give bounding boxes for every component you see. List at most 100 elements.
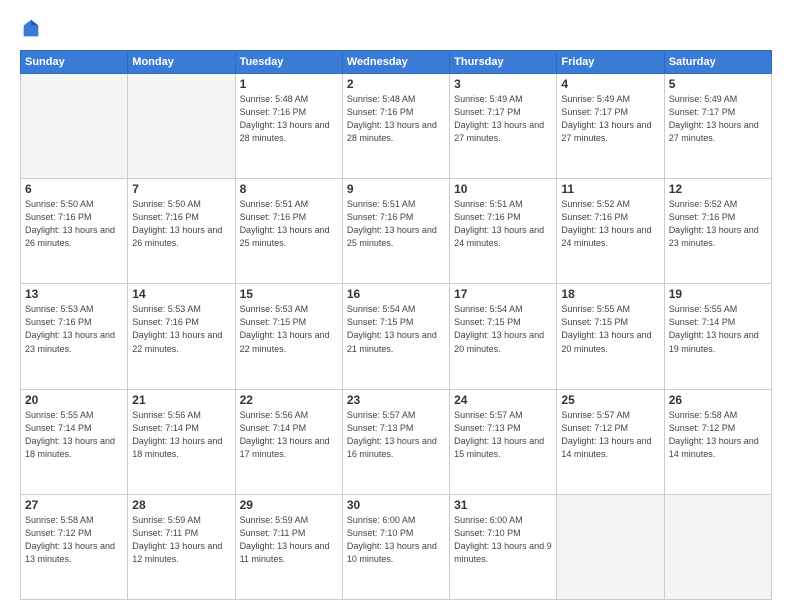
day-number: 24 xyxy=(454,393,552,407)
calendar-cell: 28Sunrise: 5:59 AM Sunset: 7:11 PM Dayli… xyxy=(128,494,235,599)
day-info: Sunrise: 6:00 AM Sunset: 7:10 PM Dayligh… xyxy=(454,514,552,566)
day-info: Sunrise: 5:59 AM Sunset: 7:11 PM Dayligh… xyxy=(240,514,338,566)
calendar-cell: 1 Sunrise: 5:48 AM Sunset: 7:16 PM Daylig… xyxy=(235,74,342,179)
day-info: Sunrise: 5:48 AM Sunset: 7:16 PM Dayligh… xyxy=(240,93,338,145)
calendar-cell: 8 Sunrise: 5:51 AM Sunset: 7:16 PM Daylig… xyxy=(235,179,342,284)
calendar-cell: 26 Sunrise: 5:58 AM Sunset: 7:12 PM Dayli… xyxy=(664,389,771,494)
calendar-cell: 31 Sunrise: 6:00 AM Sunset: 7:10 PM Dayli… xyxy=(450,494,557,599)
calendar-cell: 3 Sunrise: 5:49 AM Sunset: 7:17 PM Daylig… xyxy=(450,74,557,179)
logo-icon xyxy=(20,18,42,40)
day-info: Sunrise: 5:51 AM Sunset: 7:16 PM Dayligh… xyxy=(347,198,445,250)
day-number: 30 xyxy=(347,498,445,512)
day-number: 8 xyxy=(240,182,338,196)
calendar-cell: 17 Sunrise: 5:54 AM Sunset: 7:15 PM Dayli… xyxy=(450,284,557,389)
day-number: 31 xyxy=(454,498,552,512)
day-info: Sunrise: 5:58 AM Sunset: 7:12 PM Dayligh… xyxy=(669,409,767,461)
weekday-header-row: SundayMondayTuesdayWednesdayThursdayFrid… xyxy=(21,51,772,74)
day-number: 26 xyxy=(669,393,767,407)
day-info: Sunrise: 5:51 AM Sunset: 7:16 PM Dayligh… xyxy=(454,198,552,250)
day-number: 20 xyxy=(25,393,123,407)
day-info: Sunrise: 5:54 AM Sunset: 7:15 PM Dayligh… xyxy=(347,303,445,355)
week-row-4: 20 Sunrise: 5:55 AM Sunset: 7:14 PM Dayli… xyxy=(21,389,772,494)
calendar-cell: 11 Sunrise: 5:52 AM Sunset: 7:16 PM Dayli… xyxy=(557,179,664,284)
day-info: Sunrise: 5:48 AM Sunset: 7:16 PM Dayligh… xyxy=(347,93,445,145)
calendar-cell xyxy=(128,74,235,179)
day-number: 9 xyxy=(347,182,445,196)
day-number: 25 xyxy=(561,393,659,407)
day-number: 29 xyxy=(240,498,338,512)
day-number: 3 xyxy=(454,77,552,91)
calendar-cell xyxy=(557,494,664,599)
weekday-header-saturday: Saturday xyxy=(664,51,771,74)
day-number: 7 xyxy=(132,182,230,196)
calendar-cell: 23Sunrise: 5:57 AM Sunset: 7:13 PM Dayli… xyxy=(342,389,449,494)
day-number: 15 xyxy=(240,287,338,301)
calendar-cell: 2 Sunrise: 5:48 AM Sunset: 7:16 PM Daylig… xyxy=(342,74,449,179)
day-info: Sunrise: 5:51 AM Sunset: 7:16 PM Dayligh… xyxy=(240,198,338,250)
day-number: 27 xyxy=(25,498,123,512)
day-info: Sunrise: 5:57 AM Sunset: 7:12 PM Dayligh… xyxy=(561,409,659,461)
calendar-cell: 20 Sunrise: 5:55 AM Sunset: 7:14 PM Dayli… xyxy=(21,389,128,494)
day-info: Sunrise: 5:55 AM Sunset: 7:14 PM Dayligh… xyxy=(25,409,123,461)
day-number: 21 xyxy=(132,393,230,407)
day-info: Sunrise: 5:53 AM Sunset: 7:16 PM Dayligh… xyxy=(25,303,123,355)
weekday-header-sunday: Sunday xyxy=(21,51,128,74)
day-info: Sunrise: 5:50 AM Sunset: 7:16 PM Dayligh… xyxy=(132,198,230,250)
calendar-cell: 30 Sunrise: 6:00 AM Sunset: 7:10 PM Dayli… xyxy=(342,494,449,599)
page: SundayMondayTuesdayWednesdayThursdayFrid… xyxy=(0,0,792,612)
day-info: Sunrise: 5:58 AM Sunset: 7:12 PM Dayligh… xyxy=(25,514,123,566)
day-number: 4 xyxy=(561,77,659,91)
day-number: 11 xyxy=(561,182,659,196)
weekday-header-thursday: Thursday xyxy=(450,51,557,74)
header xyxy=(20,18,772,40)
day-info: Sunrise: 5:53 AM Sunset: 7:15 PM Dayligh… xyxy=(240,303,338,355)
day-number: 5 xyxy=(669,77,767,91)
calendar-cell: 27 Sunrise: 5:58 AM Sunset: 7:12 PM Dayli… xyxy=(21,494,128,599)
day-info: Sunrise: 5:57 AM Sunset: 7:13 PM Dayligh… xyxy=(347,409,445,461)
calendar-cell: 5 Sunrise: 5:49 AM Sunset: 7:17 PM Daylig… xyxy=(664,74,771,179)
day-number: 22 xyxy=(240,393,338,407)
calendar-cell: 7 Sunrise: 5:50 AM Sunset: 7:16 PM Daylig… xyxy=(128,179,235,284)
day-number: 2 xyxy=(347,77,445,91)
calendar-cell: 15 Sunrise: 5:53 AM Sunset: 7:15 PM Dayli… xyxy=(235,284,342,389)
calendar-cell: 19 Sunrise: 5:55 AM Sunset: 7:14 PM Dayli… xyxy=(664,284,771,389)
calendar-cell: 13 Sunrise: 5:53 AM Sunset: 7:16 PM Dayli… xyxy=(21,284,128,389)
day-number: 13 xyxy=(25,287,123,301)
day-info: Sunrise: 5:54 AM Sunset: 7:15 PM Dayligh… xyxy=(454,303,552,355)
weekday-header-wednesday: Wednesday xyxy=(342,51,449,74)
calendar-cell: 9 Sunrise: 5:51 AM Sunset: 7:16 PM Daylig… xyxy=(342,179,449,284)
day-number: 17 xyxy=(454,287,552,301)
day-number: 10 xyxy=(454,182,552,196)
calendar-cell: 21 Sunrise: 5:56 AM Sunset: 7:14 PM Dayli… xyxy=(128,389,235,494)
day-number: 1 xyxy=(240,77,338,91)
calendar-cell: 16Sunrise: 5:54 AM Sunset: 7:15 PM Dayli… xyxy=(342,284,449,389)
week-row-3: 13 Sunrise: 5:53 AM Sunset: 7:16 PM Dayli… xyxy=(21,284,772,389)
day-info: Sunrise: 5:52 AM Sunset: 7:16 PM Dayligh… xyxy=(669,198,767,250)
calendar-cell: 22 Sunrise: 5:56 AM Sunset: 7:14 PM Dayli… xyxy=(235,389,342,494)
day-info: Sunrise: 5:56 AM Sunset: 7:14 PM Dayligh… xyxy=(240,409,338,461)
calendar-cell xyxy=(21,74,128,179)
calendar-cell xyxy=(664,494,771,599)
day-info: Sunrise: 5:49 AM Sunset: 7:17 PM Dayligh… xyxy=(454,93,552,145)
calendar-cell: 4 Sunrise: 5:49 AM Sunset: 7:17 PM Daylig… xyxy=(557,74,664,179)
day-info: Sunrise: 5:52 AM Sunset: 7:16 PM Dayligh… xyxy=(561,198,659,250)
day-info: Sunrise: 5:56 AM Sunset: 7:14 PM Dayligh… xyxy=(132,409,230,461)
day-number: 28 xyxy=(132,498,230,512)
logo xyxy=(20,18,48,40)
calendar-cell: 18Sunrise: 5:55 AM Sunset: 7:15 PM Dayli… xyxy=(557,284,664,389)
day-info: Sunrise: 6:00 AM Sunset: 7:10 PM Dayligh… xyxy=(347,514,445,566)
calendar-cell: 6 Sunrise: 5:50 AM Sunset: 7:16 PM Daylig… xyxy=(21,179,128,284)
day-info: Sunrise: 5:53 AM Sunset: 7:16 PM Dayligh… xyxy=(132,303,230,355)
day-info: Sunrise: 5:57 AM Sunset: 7:13 PM Dayligh… xyxy=(454,409,552,461)
weekday-header-friday: Friday xyxy=(557,51,664,74)
day-info: Sunrise: 5:49 AM Sunset: 7:17 PM Dayligh… xyxy=(561,93,659,145)
day-info: Sunrise: 5:55 AM Sunset: 7:14 PM Dayligh… xyxy=(669,303,767,355)
day-info: Sunrise: 5:50 AM Sunset: 7:16 PM Dayligh… xyxy=(25,198,123,250)
day-info: Sunrise: 5:49 AM Sunset: 7:17 PM Dayligh… xyxy=(669,93,767,145)
day-number: 19 xyxy=(669,287,767,301)
weekday-header-tuesday: Tuesday xyxy=(235,51,342,74)
calendar-cell: 25 Sunrise: 5:57 AM Sunset: 7:12 PM Dayli… xyxy=(557,389,664,494)
calendar-cell: 14Sunrise: 5:53 AM Sunset: 7:16 PM Dayli… xyxy=(128,284,235,389)
day-number: 6 xyxy=(25,182,123,196)
week-row-1: 1 Sunrise: 5:48 AM Sunset: 7:16 PM Daylig… xyxy=(21,74,772,179)
